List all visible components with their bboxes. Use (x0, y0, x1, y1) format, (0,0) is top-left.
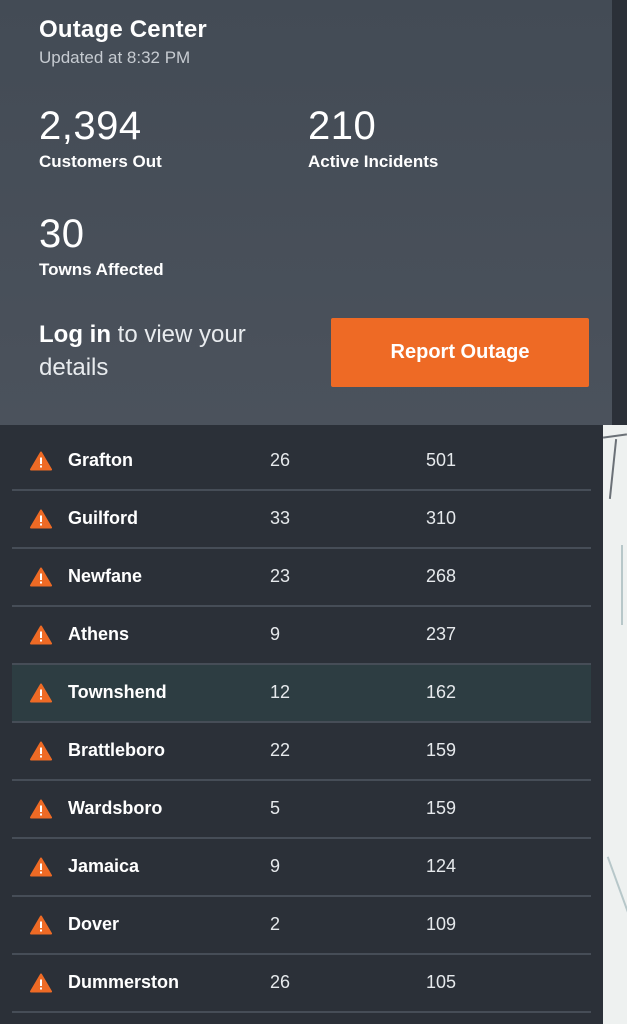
map-boundary-line (608, 439, 618, 499)
warning-triangle-icon (30, 683, 52, 703)
town-name: Newfane (68, 566, 143, 586)
town-name: Brattleboro (68, 740, 166, 760)
town-incident-count: 9 (270, 624, 281, 644)
town-name: Wardsboro (68, 798, 163, 818)
stat-value: 30 (39, 212, 85, 256)
town-incident-count: 5 (270, 798, 281, 818)
town-name: Guilford (68, 508, 138, 528)
town-customers-out: 159 (426, 798, 457, 818)
warning-triangle-icon (30, 625, 52, 645)
town-incident-count: 9 (270, 856, 281, 876)
warning-triangle-icon (30, 799, 52, 819)
warning-triangle-icon (30, 567, 52, 587)
login-link[interactable]: Log in (39, 321, 111, 348)
town-name: Dummerston (68, 972, 180, 992)
town-incident-count: 23 (270, 566, 291, 586)
town-row[interactable]: Wardsboro 5 159 (12, 781, 591, 839)
stat-label: Active Incidents (308, 152, 439, 171)
warning-triangle-icon (30, 451, 52, 471)
login-prompt: Log in to view your details (39, 318, 309, 384)
outage-summary-header: Outage Center Updated at 8:32 PM 2,394 C… (0, 0, 612, 425)
town-row[interactable]: Jamaica 9 124 (12, 839, 591, 897)
town-customers-out: 268 (426, 566, 457, 586)
town-outage-list[interactable]: Grafton 26 501 Guilford 33 310 Newfane 2… (0, 425, 603, 1024)
town-row[interactable]: Guilford 33 310 (12, 491, 591, 549)
town-customers-out: 124 (426, 856, 457, 876)
town-name: Dover (68, 914, 120, 934)
page-title: Outage Center (39, 16, 207, 43)
town-incident-count: 2 (270, 914, 281, 934)
map-boundary-line (621, 545, 623, 625)
town-customers-out: 237 (426, 624, 457, 644)
warning-triangle-icon (30, 509, 52, 529)
town-incident-count: 12 (270, 682, 291, 702)
report-outage-button[interactable]: Report Outage (331, 318, 589, 387)
town-customers-out: 310 (426, 508, 457, 528)
town-row[interactable]: Dover 2 109 (12, 897, 591, 955)
last-updated-text: Updated at 8:32 PM (39, 48, 191, 67)
stat-customers-out: 2,394 Customers Out (39, 104, 162, 172)
town-customers-out: 105 (426, 972, 457, 992)
town-row[interactable]: Townshend 12 162 (12, 665, 591, 723)
stat-active-incidents: 210 Active Incidents (308, 104, 438, 172)
stat-label: Towns Affected (39, 260, 164, 279)
warning-triangle-icon (30, 857, 52, 877)
town-incident-count: 33 (270, 508, 291, 528)
warning-triangle-icon (30, 973, 52, 993)
stat-label: Customers Out (39, 152, 162, 171)
warning-triangle-icon (30, 915, 52, 935)
outage-map[interactable] (603, 425, 627, 1024)
map-boundary-line (606, 856, 627, 914)
warning-triangle-icon (30, 741, 52, 761)
town-incident-count: 26 (270, 972, 291, 992)
town-row[interactable]: Newfane 23 268 (12, 549, 591, 607)
town-customers-out: 109 (426, 914, 457, 934)
town-incident-count: 22 (270, 740, 291, 760)
stat-value: 210 (308, 104, 377, 148)
town-name: Townshend (68, 682, 167, 702)
town-customers-out: 501 (426, 450, 457, 470)
map-boundary-line (603, 433, 627, 439)
town-name: Athens (68, 624, 130, 644)
town-row[interactable]: Dummerston 26 105 (12, 955, 591, 1013)
town-customers-out: 162 (426, 682, 457, 702)
stat-towns-affected: 30 Towns Affected (39, 212, 164, 280)
town-name: Grafton (68, 450, 133, 470)
town-incident-count: 26 (270, 450, 291, 470)
scrollbar-track (612, 0, 627, 425)
town-row[interactable]: Brattleboro 22 159 (12, 723, 591, 781)
stat-value: 2,394 (39, 104, 142, 148)
town-customers-out: 159 (426, 740, 457, 760)
town-name: Jamaica (68, 856, 140, 876)
town-row[interactable]: Grafton 26 501 (12, 433, 591, 491)
town-row[interactable]: Athens 9 237 (12, 607, 591, 665)
